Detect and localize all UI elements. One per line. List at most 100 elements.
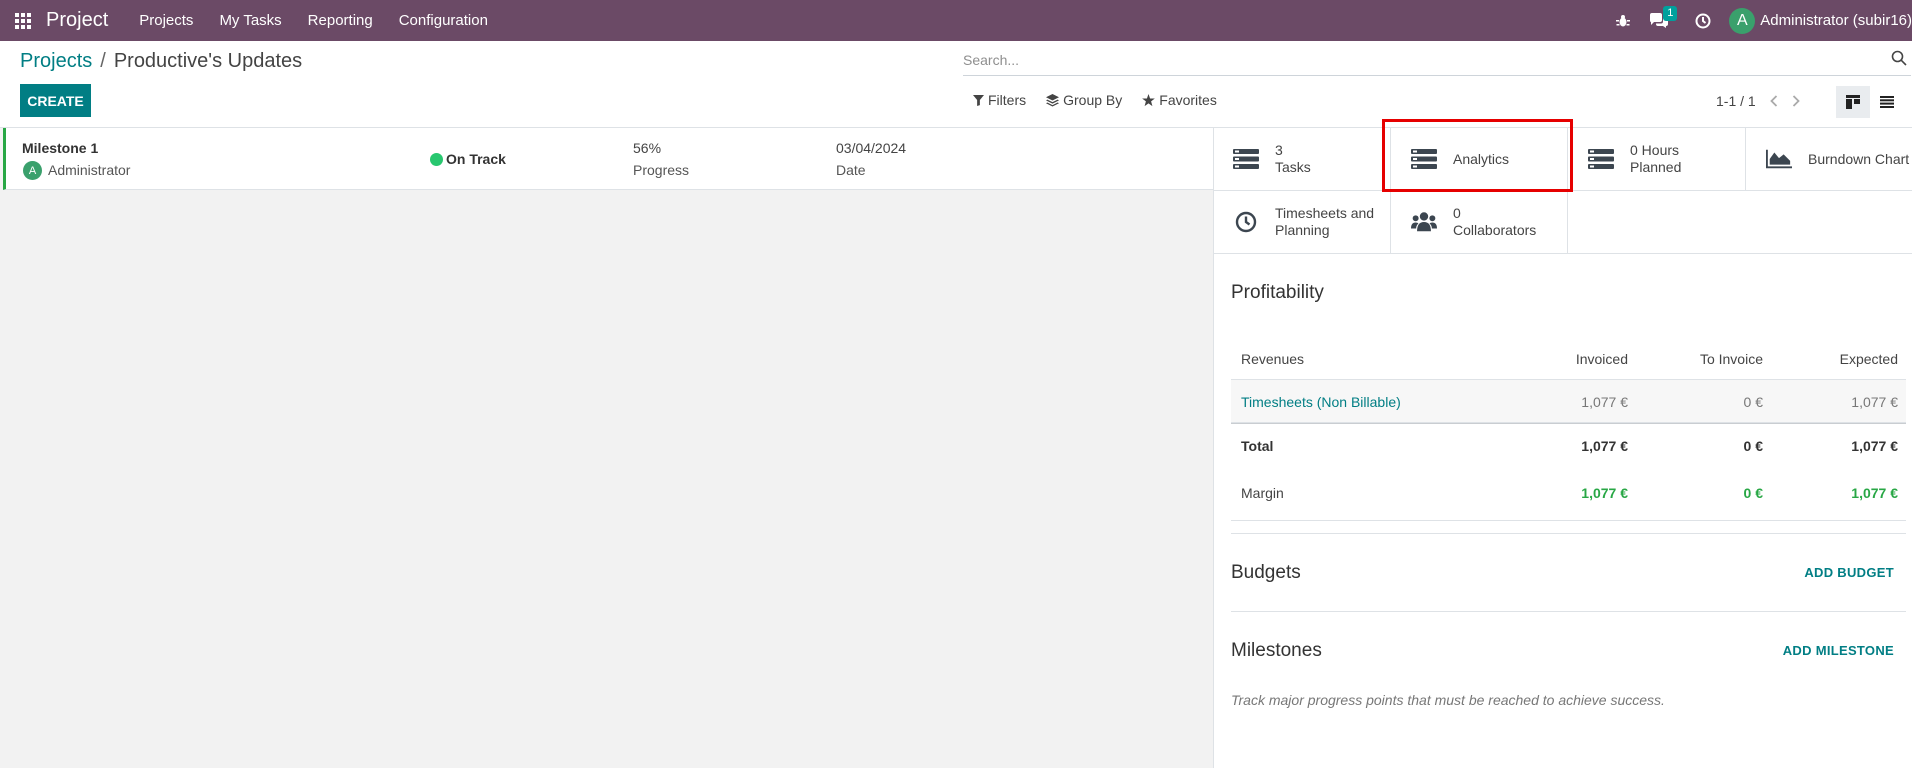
search-input[interactable] <box>963 46 1863 74</box>
planned-icon <box>1588 149 1614 169</box>
chevron-right-icon[interactable] <box>1792 95 1800 107</box>
collaborators-label: Collaborators <box>1453 222 1537 238</box>
timesheets-label-line2: Planning <box>1275 222 1330 238</box>
header-expected: Expected <box>1839 351 1898 367</box>
add-milestone-button[interactable]: ADD MILESTONE <box>1783 643 1894 658</box>
stat-analytics[interactable]: Analytics <box>1391 128 1568 191</box>
margin-label: Margin <box>1241 485 1284 501</box>
filter-icon <box>973 94 984 106</box>
search-bar <box>963 46 1911 76</box>
add-budget-button[interactable]: ADD BUDGET <box>1804 565 1894 580</box>
table-row: Timesheets (Non Billable) 1,077 € 0 € 1,… <box>1231 380 1906 423</box>
group-by-dropdown[interactable]: Group By <box>1046 92 1122 108</box>
milestone-status: On Track <box>446 151 506 167</box>
table-header-row: Revenues Invoiced To Invoice Expected <box>1231 337 1906 380</box>
margin-row: Margin 1,077 € 0 € 1,077 € <box>1231 466 1906 521</box>
list-view-button[interactable] <box>1870 86 1904 118</box>
status-dot-icon <box>430 153 443 166</box>
apps-menu-icon[interactable] <box>0 0 46 41</box>
timesheets-non-billable-link[interactable]: Timesheets (Non Billable) <box>1241 394 1401 410</box>
pager-value[interactable]: 1-1 / 1 <box>1716 93 1756 109</box>
date-label: Date <box>836 162 866 178</box>
margin-to-invoice: 0 € <box>1743 485 1763 501</box>
tasks-count: 3 <box>1275 142 1283 158</box>
burndown-label: Burndown Chart <box>1808 150 1910 167</box>
total-to-invoice: 0 € <box>1743 438 1763 454</box>
line-to-invoice: 0 € <box>1743 394 1763 410</box>
breadcrumb-projects-link[interactable]: Projects <box>20 50 92 73</box>
date-value: 03/04/2024 <box>836 140 907 156</box>
search-icon[interactable] <box>1891 50 1907 66</box>
stat-planned[interactable]: 0 Hours Planned <box>1568 128 1746 191</box>
analytics-label: Analytics <box>1453 150 1510 167</box>
margin-expected: 1,077 € <box>1851 485 1898 501</box>
profitability-title: Profitability <box>1231 282 1324 303</box>
app-brand[interactable]: Project <box>46 9 108 32</box>
timesheets-label-line1: Timesheets and <box>1275 205 1375 221</box>
debug-icon[interactable] <box>1605 0 1641 41</box>
budgets-title: Budgets <box>1231 562 1301 583</box>
layers-icon <box>1046 93 1060 107</box>
activity-clock-icon[interactable] <box>1685 0 1721 41</box>
stat-timesheets-planning[interactable]: Timesheets and Planning <box>1213 191 1391 254</box>
milestone-user: Administrator <box>48 162 131 178</box>
milestones-title: Milestones <box>1231 640 1322 661</box>
analytics-icon <box>1411 149 1437 169</box>
users-icon <box>1411 211 1437 233</box>
chat-count-badge: 1 <box>1663 6 1678 21</box>
group-by-label: Group By <box>1063 92 1123 108</box>
menu-projects[interactable]: Projects <box>126 0 206 41</box>
user-avatar: A <box>1729 7 1756 34</box>
kanban-view-button[interactable] <box>1836 86 1870 118</box>
profitability-table: Revenues Invoiced To Invoice Expected Ti… <box>1231 337 1906 521</box>
chat-icon[interactable]: 1 <box>1641 0 1678 41</box>
tasks-icon <box>1233 149 1259 169</box>
menu-reporting[interactable]: Reporting <box>295 0 386 41</box>
progress-label: Progress <box>633 162 690 178</box>
menu-configuration[interactable]: Configuration <box>386 0 501 41</box>
collaborators-count: 0 <box>1453 205 1461 221</box>
milestone-user-avatar: A <box>23 161 42 180</box>
favorites-label: Favorites <box>1159 92 1217 108</box>
area-chart-icon <box>1766 149 1792 169</box>
progress-value: 56% <box>633 140 662 156</box>
header-to-invoice: To Invoice <box>1699 351 1763 367</box>
planned-hours: 0 Hours <box>1630 142 1680 158</box>
favorites-dropdown[interactable]: Favorites <box>1142 92 1217 108</box>
stat-tasks[interactable]: 3 Tasks <box>1213 128 1391 191</box>
pager: 1-1 / 1 <box>1716 93 1800 109</box>
filters-dropdown[interactable]: Filters <box>973 92 1026 108</box>
stat-collaborators[interactable]: 0 Collaborators <box>1391 191 1568 254</box>
milestone-name: Milestone 1 <box>22 140 99 156</box>
chevron-left-icon[interactable] <box>1769 95 1778 107</box>
user-menu[interactable]: A Administrator (subir16) <box>1729 7 1912 34</box>
create-button[interactable]: CREATE <box>20 84 91 117</box>
navbar-systray: 1 A Administrator (subir16) <box>1605 0 1912 41</box>
menu-my-tasks[interactable]: My Tasks <box>206 0 294 41</box>
budgets-divider <box>1231 611 1906 612</box>
updates-list-area <box>0 128 1213 768</box>
breadcrumb-current: Productive's Updates <box>113 50 303 72</box>
profitability-divider <box>1231 533 1906 534</box>
user-name: Administrator (subir16) <box>1760 12 1912 29</box>
breadcrumb-separator: / <box>100 50 106 72</box>
line-invoiced: 1,077 € <box>1581 394 1628 410</box>
line-expected: 1,077 € <box>1851 394 1898 410</box>
search-options: Filters Group By Favorites <box>973 92 1217 108</box>
top-navbar: Project Projects My Tasks Reporting Conf… <box>0 0 1912 41</box>
kanban-icon <box>1846 95 1860 109</box>
total-invoiced: 1,077 € <box>1581 438 1628 454</box>
total-label: Total <box>1241 438 1274 454</box>
breadcrumb: Projects / Productive's Updates <box>20 50 302 73</box>
tasks-label: Tasks <box>1275 159 1311 175</box>
header-invoiced: Invoiced <box>1575 351 1628 367</box>
total-row: Total 1,077 € 0 € 1,077 € <box>1231 423 1906 466</box>
stat-burndown-chart[interactable]: Burndown Chart <box>1746 128 1912 191</box>
milestone-row[interactable]: Milestone 1 A Administrator On Track 56%… <box>3 128 1213 190</box>
planned-label: Planned <box>1630 159 1682 175</box>
header-revenues: Revenues <box>1241 351 1305 367</box>
clock-icon <box>1233 211 1259 233</box>
milestones-help-text: Track major progress points that must be… <box>1231 692 1665 708</box>
stats-bottom-divider <box>1568 253 1912 254</box>
star-icon <box>1142 93 1156 107</box>
